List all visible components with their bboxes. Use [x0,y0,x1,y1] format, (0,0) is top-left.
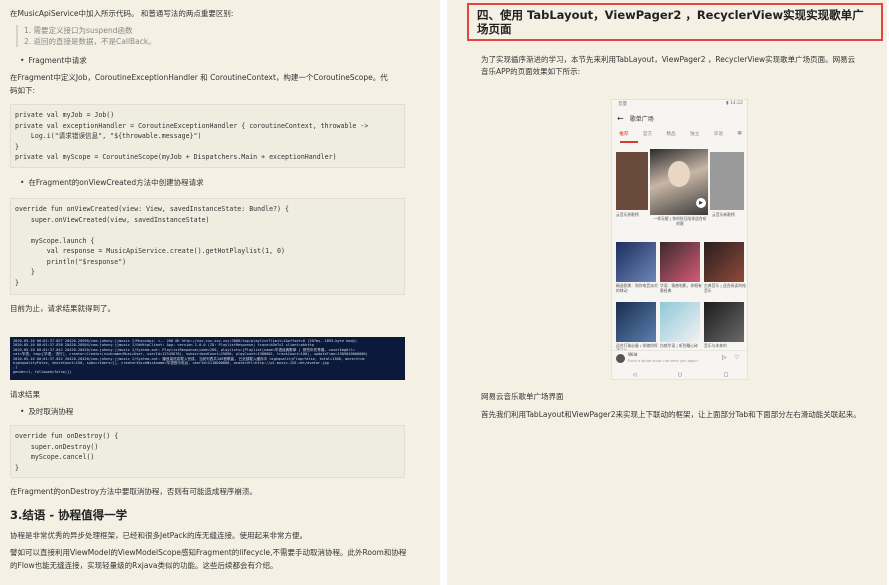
log-screenshot: 2020-05-10 00:01:37.827 20420-20590/com.… [10,337,405,380]
carousel-cover [710,152,744,210]
home-nav-icon: ○ [677,372,683,378]
section-title: 四、使用 TabLayout，ViewPager2 ，RecyclerView实… [467,3,883,41]
phone-status-bar: 音量 ▮ 14:22 [612,100,747,108]
bullet-item: Fragment中请求 [20,55,86,66]
quote-item: 1. 需要定义接口为suspend函数 [24,26,133,35]
playlist-cover [660,242,700,282]
figure-caption: 网易云音乐歌单广场界面 [481,392,564,401]
card-title: 云音乐热歌榜 [616,212,639,217]
paragraph: 的Flow也能无缝连接，实现轻量级的Rxjava类似的功能。这些后续都会有介绍。 [10,561,278,570]
intro-text: 在MusicApiService中加入所示代码。 和普通写法的两点重要区别: [10,9,234,18]
paragraph: 码如下: [10,86,36,95]
log-line: cat=华语, tag=[华语, 流行], creator=Creator(ni… [13,352,368,357]
playlist-cover [616,302,656,342]
heart-icon: ♡ [734,354,740,361]
code-block: override fun onViewCreated(view: View, s… [10,198,405,295]
bullet-item: 在Fragment的onViewCreated方法中创建协程请求 [20,177,203,188]
log-line: gender=1, followed=false)]) [13,369,72,374]
tab-indicator [620,141,638,143]
back-nav-icon: ◁ [632,372,637,378]
paragraph: 请求结果 [10,390,40,399]
paragraph: 在Fragment的onDestroy方法中要取消协程，否则有可能造成程序崩溃。 [10,487,257,496]
play-icon: ▷ [722,354,727,361]
playlist-cover [616,242,656,282]
carousel-cover [616,152,648,210]
left-page: 在MusicApiService中加入所示代码。 和普通写法的两点重要区别: 1… [0,0,440,585]
paragraph: 协程是非常优秀的异步处理框架，已经和很多JetPack的库无缝连接。使用起来非常… [10,531,308,540]
section-heading: 3.结语 - 协程值得一学 [10,508,128,522]
card-title: 一样无眠 | 你的秋日陪伴适合听的歌 [653,216,707,226]
bullet-item: 及时取消协程 [20,406,73,417]
phone-tab: 精品 [666,132,676,137]
phone-header-title: 歌单广场 [629,115,654,123]
paragraph: 为了实现循序渐进的学习，本节先来利用TabLayout，ViewPager2 ，… [481,55,856,64]
card-title: 精选欧美：和你电音派对的律动 [616,283,658,293]
phone-tab: 华语 [713,132,723,137]
playlist-cover [704,242,744,282]
paragraph: 譬如可以直接利用ViewModel的ViewModelScope感知Fragme… [10,548,407,557]
player-song-name: Wild [628,353,638,358]
card-title: 云音乐新歌榜 [712,212,735,217]
status-right: ▮ 14:22 [726,101,743,106]
phone-header: ← 歌单广场 [612,111,747,125]
phone-tab: 独立 [690,132,700,137]
code-block: override fun onDestroy() { super.onDestr… [10,425,405,478]
card-title: 伤感华语 | 听到最心碎 [660,343,698,348]
grid-icon: ▦ [737,131,742,136]
card-title: 音乐与未来的 [704,343,727,348]
paragraph: 音乐APP的页面效果如下所示: [481,67,581,76]
portrait-shape [668,161,690,187]
phone-screenshot: 音量 ▮ 14:22 ← 歌单广场 推荐 官方 精品 独立 华语 ▦ ▶ 云音乐… [611,99,748,380]
playlist-cover [704,302,744,342]
card-title: 古典音乐 | 适合阅读的纯音乐 [704,283,746,293]
code-block: private val myJob = Job() private val ex… [10,104,405,168]
quote-item: 2. 返回的直接是数据，不是CallBack。 [24,37,156,46]
play-icon: ▶ [696,198,706,208]
phone-nav-bar: ◁ ○ □ [612,370,747,379]
card-title: 华语：情感电影，伴唱有歌经典 [660,283,702,293]
player-song-sub: Even a white snow I've seen you again [628,359,698,363]
paragraph: 目前为止，请求结果就得到了。 [10,304,115,313]
phone-tab: 推荐 [619,132,629,137]
paragraph: 首先我们利用TabLayout和ViewPager2来实现上下联动的框架，让上面… [481,410,861,419]
recent-nav-icon: □ [723,372,729,378]
quote-block: 1. 需要定义接口为suspend函数 2. 返回的直接是数据，不是CallBa… [16,25,156,47]
paragraph: 在Fragment中定义Job，CoroutineExceptionHandle… [10,73,388,82]
playlist-cover [660,302,700,342]
phone-tab-bar: 推荐 官方 精品 独立 华语 ▦ [612,131,747,141]
status-left: 音量 [618,102,627,107]
player-avatar [616,354,625,363]
back-arrow-icon: ← [617,113,624,123]
phone-tab: 官方 [642,132,653,137]
